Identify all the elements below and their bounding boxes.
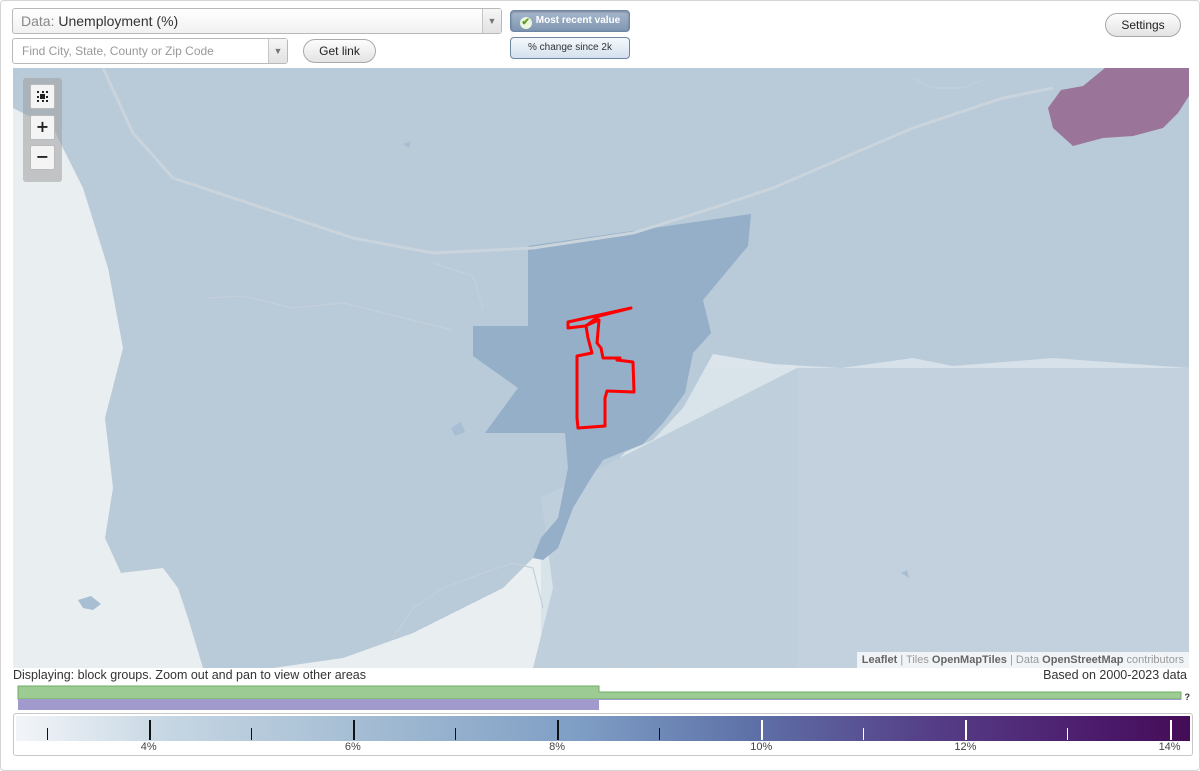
map-canvas[interactable] [13,68,1189,668]
distribution-histogram: ? [17,685,1191,713]
histogram-series-primary [17,685,1182,700]
zoom-in-button[interactable]: + [30,115,55,140]
scale-minor-tick [454,728,456,740]
percent-change-toggle[interactable]: % change since 2k [510,37,630,59]
zoom-controls: + − [23,78,62,182]
zoom-out-button[interactable]: − [30,145,55,170]
most-recent-value-label: Most recent value [535,15,621,26]
scale-label: 4% [140,741,157,753]
unknown-marker: ? [1184,692,1191,702]
scale-major-tick [965,720,968,740]
scale-minor-tick [863,728,865,740]
minus-icon: − [35,147,50,166]
scale-label: 12% [954,741,977,753]
scale-minor-tick [46,728,48,740]
color-gradient [16,716,1190,741]
chevron-down-icon[interactable]: ▼ [482,9,501,33]
color-scale-legend: 4% 6% 8% 10% 12% 14% [13,713,1193,756]
check-icon: ✔ [519,17,532,29]
map-attribution: Leaflet | Tiles OpenMapTiles | Data Open… [856,652,1189,668]
scale-minor-tick [659,728,661,740]
app-frame: Data: Unemployment (%) ▼ ▼ Get link ✔Mos… [0,0,1200,771]
data-select-value: Unemployment (%) [58,13,179,29]
scale-minor-tick [250,728,252,740]
displaying-status: Displaying: block groups. Zoom out and p… [13,668,366,682]
plus-icon: + [35,117,50,136]
leaflet-link[interactable]: Leaflet [862,654,897,666]
attribution-tiles-prefix: | Tiles [897,654,932,666]
location-search[interactable]: ▼ [12,38,288,64]
attribution-contributors: contributors [1123,654,1184,666]
scale-major-tick [761,720,764,740]
attribution-data-prefix: | Data [1006,654,1043,666]
get-link-button[interactable]: Get link [303,39,376,63]
scale-major-tick [148,720,151,740]
data-select-prefix: Data: [21,13,55,29]
block-group-region[interactable] [797,368,1189,668]
openstreetmap-link[interactable]: OpenStreetMap [1042,654,1123,666]
scale-major-tick [1169,720,1172,740]
scale-minor-tick [1067,728,1069,740]
scale-label: 14% [1158,741,1181,753]
data-select[interactable]: Data: Unemployment (%) ▼ [12,8,502,34]
openmaptiles-link[interactable]: OpenMapTiles [932,654,1007,666]
scale-major-tick [352,720,355,740]
settings-button[interactable]: Settings [1105,13,1181,37]
search-input[interactable] [13,39,263,63]
fit-bounds-button[interactable] [30,84,55,109]
histogram-series-secondary [18,699,599,710]
chevron-down-icon[interactable]: ▼ [268,39,287,63]
scale-label: 6% [344,741,361,753]
scale-major-tick [557,720,560,740]
data-range-note: Based on 2000-2023 data [1043,668,1187,682]
most-recent-value-toggle[interactable]: ✔ Most recent value [510,10,630,32]
fullscreen-icon [37,91,48,102]
scale-label: 10% [750,741,773,753]
map[interactable]: + − Leaflet | Tiles OpenMapTiles | Data … [13,68,1189,668]
scale-label: 8% [549,741,565,753]
histogram-series-secondary-tail [599,699,1181,700]
